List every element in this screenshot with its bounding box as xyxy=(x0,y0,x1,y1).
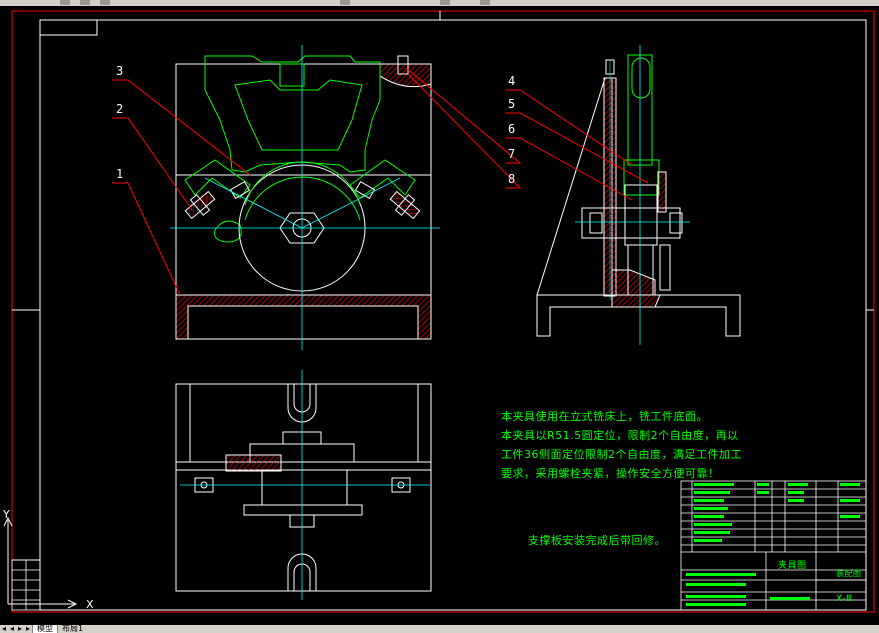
title-block-text-marks xyxy=(686,483,860,606)
leader-lines xyxy=(112,67,649,296)
toolbar-icon[interactable] xyxy=(80,0,90,5)
tab-prev-icon[interactable]: ◂ xyxy=(8,625,16,633)
tab-next-icon[interactable]: ▸ xyxy=(16,625,24,633)
leader-label: 8 xyxy=(508,172,516,186)
outer-frame xyxy=(11,10,875,613)
leader-label: 7 xyxy=(508,147,516,161)
tech-note-line: 本夹具以R51.5圆定位，限制2个自由度，再以 xyxy=(501,429,739,442)
drawing-canvas[interactable] xyxy=(0,6,879,625)
leader-label: 3 xyxy=(116,64,124,78)
tab-model[interactable]: 模型 xyxy=(32,625,57,633)
toolbar-icon[interactable] xyxy=(100,0,110,5)
toolbar-icon[interactable] xyxy=(440,0,450,5)
toolbar-icon[interactable] xyxy=(340,0,350,5)
leader-label: 1 xyxy=(116,167,124,181)
top-view xyxy=(175,370,432,600)
leader-label: 4 xyxy=(508,74,516,88)
tab-layout1[interactable]: 布局1 xyxy=(57,625,87,633)
support-note: 支撑板安装完成后带回修。 xyxy=(528,534,666,547)
tech-note-line: 要求，采用螺栓夹紧，操作安全方便可靠！ xyxy=(501,467,720,480)
title-drawing-no: X-Ⅲ xyxy=(836,594,853,604)
toolbar-icon[interactable] xyxy=(60,0,70,5)
leader-label: 5 xyxy=(508,97,516,111)
tech-note-line: 工件36侧面定位限制2个自由度，满足工件加工 xyxy=(501,448,742,461)
front-view xyxy=(170,45,440,350)
toolbar-icon[interactable] xyxy=(480,0,490,5)
tab-first-icon[interactable]: ◂ xyxy=(0,625,8,633)
tech-note-line: 本夹具使用在立式铣床上，铣工件底面。 xyxy=(501,410,708,423)
leader-label: 2 xyxy=(116,102,124,116)
leader-label: 6 xyxy=(508,122,516,136)
side-view xyxy=(536,45,741,345)
title-part-name: 夹具图 xyxy=(778,561,807,571)
title-mass-label: 装配图 xyxy=(836,569,862,578)
ucs-y-label: Y xyxy=(3,508,10,521)
ucs-x-label: X xyxy=(86,598,94,611)
margin-stamp xyxy=(11,559,41,611)
layout-tab-bar: ◂ ◂ ▸ ▸ 模型 布局1 xyxy=(0,625,879,633)
tab-last-icon[interactable]: ▸ xyxy=(24,625,32,633)
